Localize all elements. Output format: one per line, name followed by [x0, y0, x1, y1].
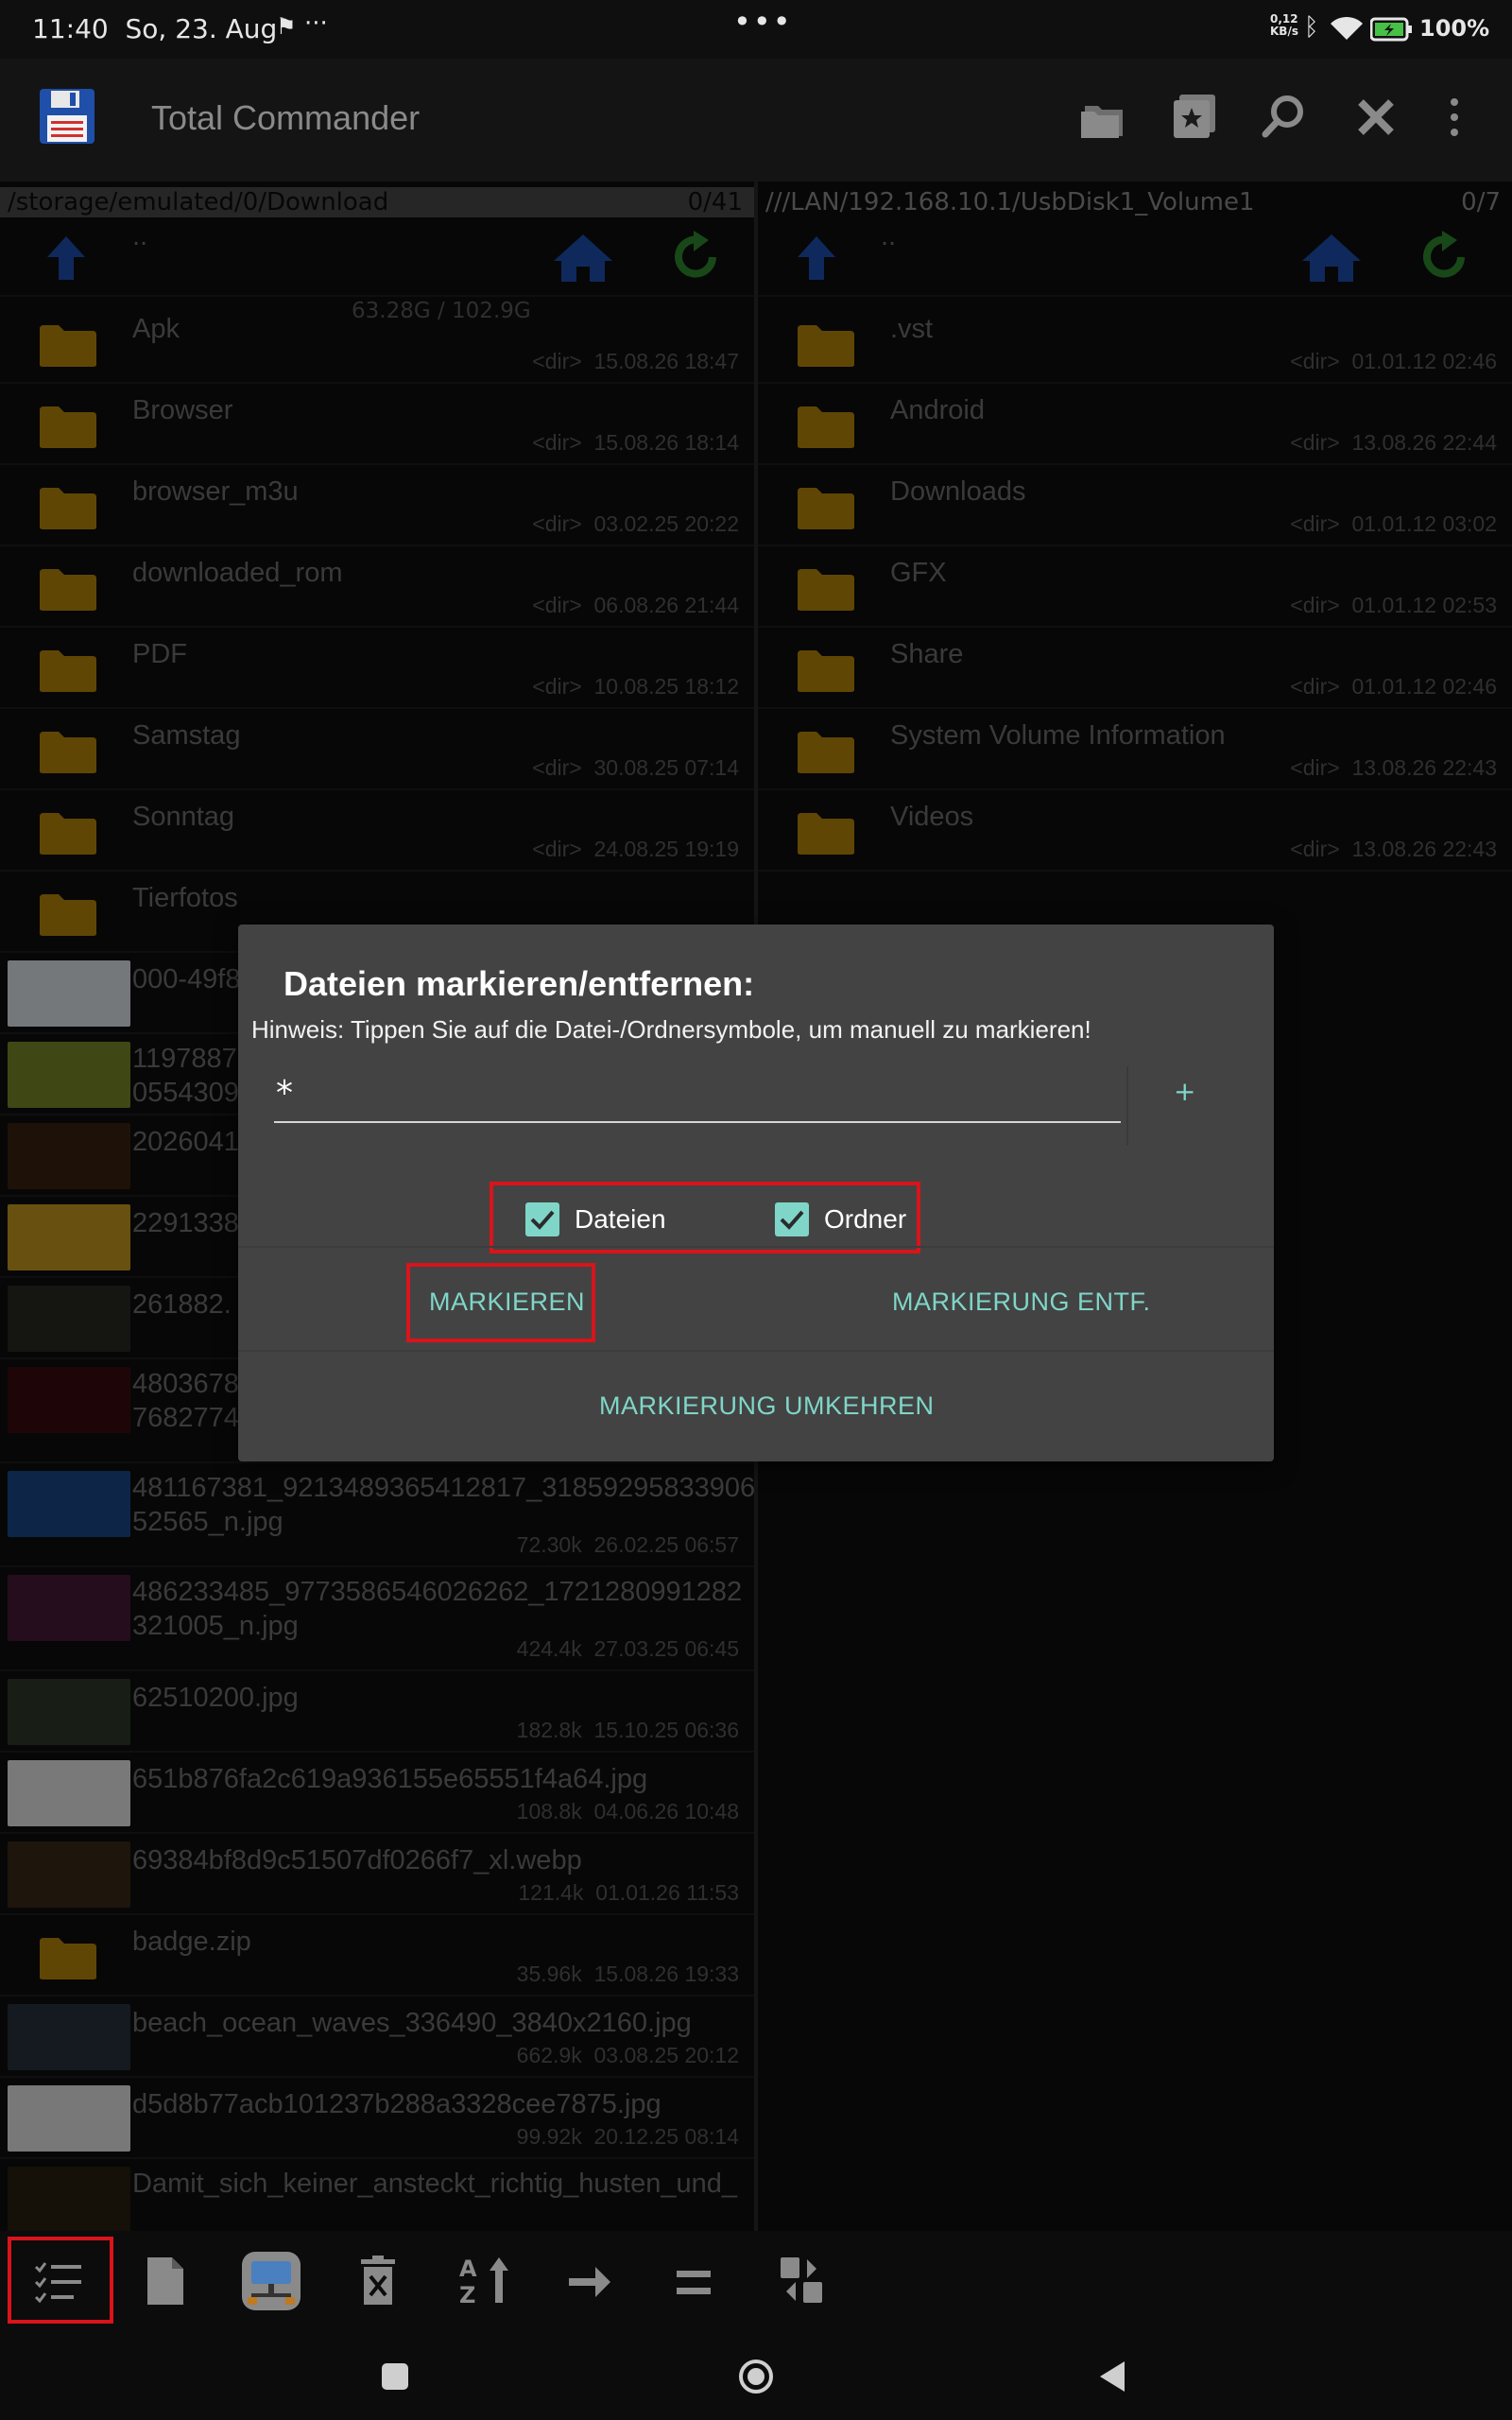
recents-square-icon[interactable] — [382, 2363, 408, 2390]
arrow-right-icon[interactable] — [567, 2263, 612, 2301]
invert-mark-button[interactable]: MARKIERUNG UMKEHREN — [599, 1392, 935, 1421]
folders-icon[interactable] — [1079, 98, 1126, 140]
svg-text:Z: Z — [459, 2282, 475, 2307]
file-icon[interactable] — [146, 2256, 185, 2307]
files-checkbox[interactable]: Dateien — [525, 1202, 666, 1236]
overflow-menu-icon[interactable] — [1446, 96, 1463, 138]
bluetooth-icon: ᛒ — [1304, 13, 1319, 42]
type-checkbox-group: Dateien Ordner — [490, 1182, 920, 1253]
network-icon[interactable] — [240, 2250, 302, 2312]
network-speed: 0,12 KB/s — [1270, 12, 1298, 38]
dialog-hint: Hinweis: Tippen Sie auf die Datei-/Ordne… — [251, 1015, 1091, 1044]
checkbox-checked-icon — [775, 1202, 809, 1236]
select-files-dialog: Dateien markieren/entfernen: Hinweis: Ti… — [238, 925, 1274, 1461]
battery-icon — [1370, 17, 1412, 42]
home-circle-icon[interactable] — [737, 2358, 775, 2395]
wifi-icon — [1331, 16, 1363, 40]
bottom-toolbar: A Z — [0, 2231, 1512, 2335]
filter-input[interactable]: * — [274, 1063, 1121, 1123]
add-filter-button[interactable]: + — [1174, 1076, 1195, 1107]
back-triangle-icon[interactable] — [1098, 2360, 1126, 2394]
folders-checkbox[interactable]: Ordner — [775, 1202, 906, 1236]
folders-checkbox-label: Ordner — [824, 1204, 907, 1234]
equals-icon[interactable] — [677, 2269, 711, 2297]
notification-icon: ⚑ — [276, 13, 297, 40]
unmark-button[interactable]: MARKIERUNG ENTF. — [892, 1288, 1151, 1317]
search-icon[interactable] — [1261, 93, 1308, 140]
status-bar: 11:40 So, 23. Aug ⚑ ··· ••• 0,12 KB/s ᛒ 1… — [0, 0, 1512, 59]
system-nav-bar — [0, 2335, 1512, 2420]
checkbox-checked-icon — [525, 1202, 559, 1236]
delete-icon[interactable] — [359, 2256, 397, 2307]
select-tool-highlight — [8, 2237, 113, 2324]
dialog-divider — [238, 1350, 1274, 1352]
app-header: Total Commander — [0, 59, 1512, 182]
files-checkbox-label: Dateien — [575, 1204, 666, 1234]
status-time: 11:40 So, 23. Aug — [32, 13, 278, 44]
dialog-divider — [238, 1246, 1274, 1248]
input-separator — [1126, 1066, 1128, 1146]
more-notifications-icon: ··· — [304, 9, 328, 38]
sort-az-icon[interactable]: A Z — [457, 2254, 510, 2307]
status-center-dots-icon[interactable]: ••• — [733, 4, 793, 40]
mark-button[interactable]: MARKIEREN — [429, 1288, 585, 1317]
app-title: Total Commander — [151, 98, 421, 137]
save-icon[interactable] — [38, 87, 96, 146]
dialog-title: Dateien markieren/entfernen: — [284, 964, 755, 1003]
close-icon[interactable] — [1355, 96, 1397, 138]
battery-percent: 100% — [1419, 15, 1490, 42]
swap-icon[interactable] — [779, 2256, 824, 2305]
svg-text:A: A — [459, 2256, 477, 2282]
bookmark-star-icon[interactable] — [1172, 93, 1217, 140]
